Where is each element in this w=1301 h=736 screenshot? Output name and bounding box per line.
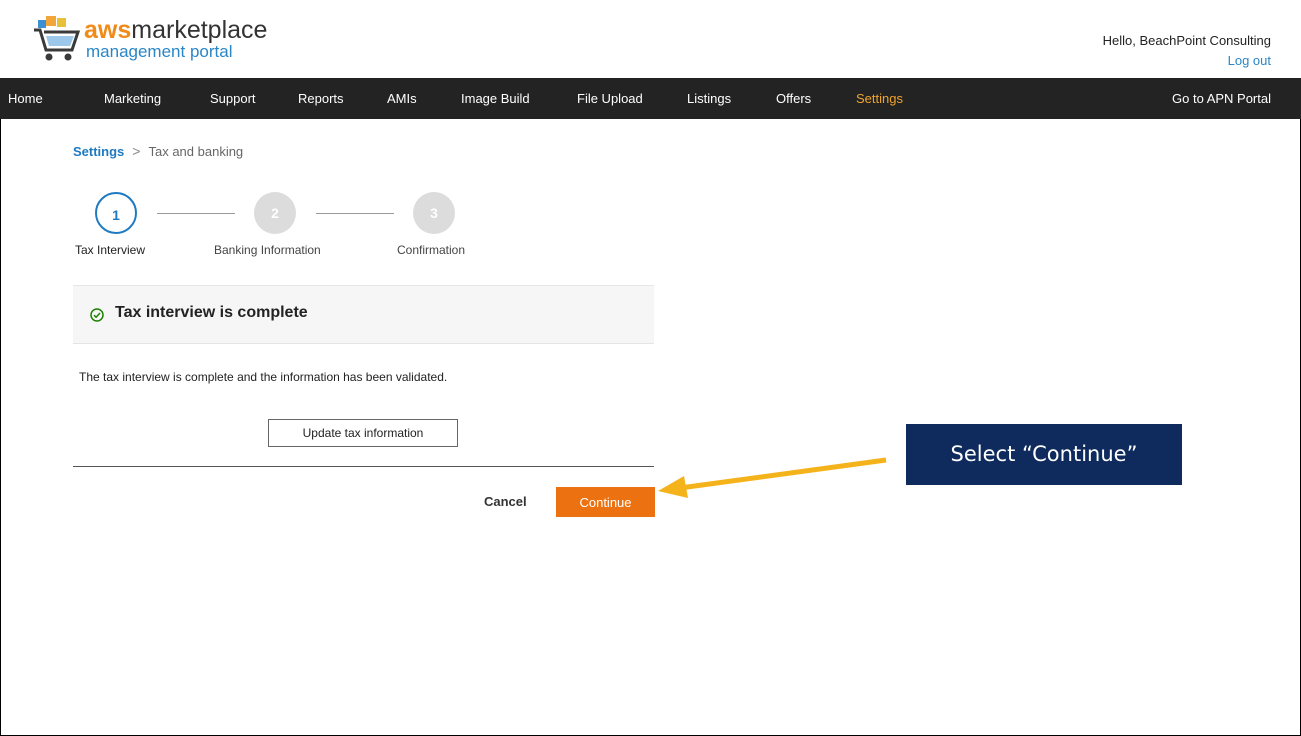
nav-listings[interactable]: Listings (687, 78, 731, 119)
step-connector-1 (157, 213, 235, 214)
nav-settings[interactable]: Settings (856, 78, 903, 119)
breadcrumb: Settings > Tax and banking (73, 143, 243, 159)
nav-reports[interactable]: Reports (298, 78, 344, 119)
logo-aws-text: aws (84, 16, 132, 44)
aws-marketplace-logo[interactable]: awsmarketplace management portal (32, 12, 292, 70)
step-1-label: Tax Interview (75, 243, 146, 257)
nav-image-build[interactable]: Image Build (461, 78, 530, 119)
logo-wordmark: awsmarketplace (84, 16, 267, 44)
nav-apn-portal[interactable]: Go to APN Portal (1172, 78, 1271, 119)
card-message: The tax interview is complete and the in… (79, 370, 448, 384)
tax-status-card: Tax interview is complete The tax interv… (73, 285, 654, 467)
step-2-label: Banking Information (214, 243, 321, 257)
logo-subtitle: management portal (86, 42, 233, 61)
card-header: Tax interview is complete (73, 286, 654, 344)
breadcrumb-settings[interactable]: Settings (73, 144, 124, 159)
chevron-right-icon: > (132, 143, 141, 159)
nav-amis[interactable]: AMIs (387, 78, 417, 119)
nav-support[interactable]: Support (210, 78, 256, 119)
step-1-circle: 1 (95, 192, 137, 234)
logout-link[interactable]: Log out (1228, 53, 1271, 68)
nav-home[interactable]: Home (8, 78, 43, 119)
check-circle-icon (90, 308, 104, 322)
arrow-left-icon (658, 457, 887, 498)
shopping-cart-icon (34, 16, 81, 61)
card-title: Tax interview is complete (115, 304, 308, 321)
page-header: awsmarketplace management portal Hello, … (0, 0, 1301, 78)
step-connector-2 (316, 213, 394, 214)
instruction-callout: Select “Continue” (906, 424, 1182, 485)
step-3-circle: 3 (413, 192, 455, 234)
breadcrumb-current: Tax and banking (148, 144, 244, 159)
continue-button[interactable]: Continue (556, 487, 655, 517)
nav-file-upload[interactable]: File Upload (577, 78, 643, 119)
step-3-label: Confirmation (397, 243, 466, 257)
card-divider (73, 466, 654, 467)
update-tax-information-button[interactable]: Update tax information (268, 419, 458, 447)
nav-offers[interactable]: Offers (776, 78, 811, 119)
step-2-circle: 2 (254, 192, 296, 234)
main-nav: Home Marketing Support Reports AMIs Imag… (0, 78, 1301, 119)
user-greeting: Hello, BeachPoint Consulting (1102, 33, 1271, 48)
logo-marketplace-text: marketplace (131, 16, 268, 44)
cancel-button[interactable]: Cancel (470, 487, 541, 517)
nav-marketing[interactable]: Marketing (104, 78, 161, 119)
